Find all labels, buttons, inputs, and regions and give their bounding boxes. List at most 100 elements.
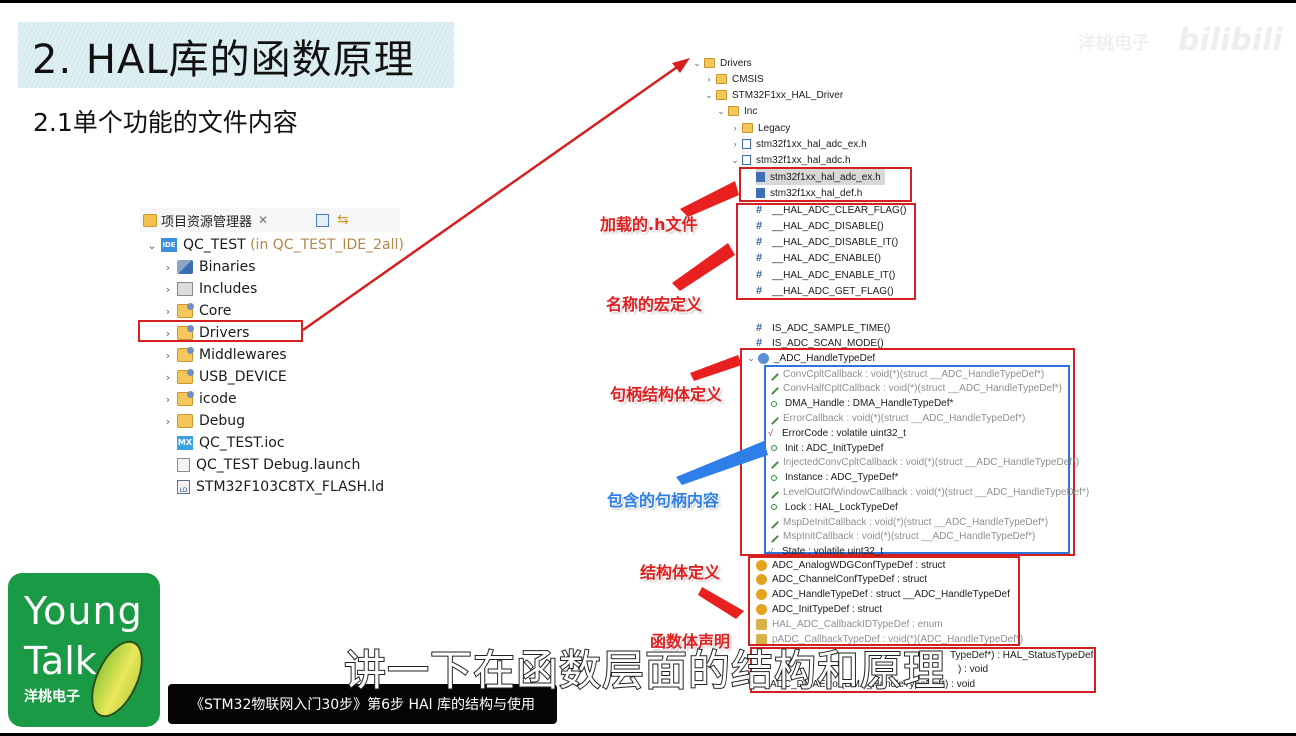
annotation-struct: 结构体定义 (640, 563, 721, 582)
logo-text-young: Young (24, 589, 143, 633)
field-label: LevelOutOfWindowCallback : void(*)(struc… (783, 486, 1090, 498)
link-with-editor-icon[interactable]: ⇆ (337, 212, 349, 228)
slide-title: 2. HAL库的函数原理 (32, 37, 415, 83)
tree-item-label: USB_DEVICE (199, 369, 287, 385)
macros-highlight-box (736, 203, 916, 300)
chevron-right-icon[interactable]: › (162, 261, 174, 274)
tree-item-label: Core (199, 303, 232, 319)
tree-item-label: QC_TEST.ioc (199, 435, 285, 451)
struct-field-item[interactable]: Instance : ADC_TypeDef* (768, 470, 898, 486)
outline-label: CMSIS (732, 73, 764, 85)
tree-item-ld[interactable]: LD STM32F103C8TX_FLASH.ld (177, 476, 384, 498)
young-talk-logo: Young Talk 洋桃电子 (8, 573, 160, 727)
annotation-handle-struct: 句柄结构体定义 (610, 385, 723, 404)
struct-field-item[interactable]: MspDeInitCallback : void(*)(struct __ADC… (766, 514, 1049, 530)
annotation-macro: 名称的宏定义 (606, 295, 703, 314)
volatile-field-icon: √ (768, 428, 773, 439)
struct-field-item[interactable]: ErrorCallback : void(*)(struct __ADC_Han… (766, 410, 1025, 426)
outline-item-adc-h[interactable]: ⌄ stm32f1xx_hal_adc.h (730, 152, 850, 168)
field-label: MspInitCallback : void(*)(struct __ADC_H… (783, 531, 1036, 543)
header-file-icon (742, 139, 751, 149)
field-label: InjectedConvCpltCallback : void(*)(struc… (783, 457, 1080, 469)
project-name: QC_TEST (183, 237, 246, 253)
tree-item-icode[interactable]: › icode (162, 388, 237, 410)
tree-item-label: Debug (199, 413, 246, 429)
chevron-down-icon[interactable]: ⌄ (716, 106, 726, 117)
field-label: MspDeInitCallback : void(*)(struct __ADC… (783, 516, 1049, 528)
tree-item-launch[interactable]: QC_TEST Debug.launch (177, 454, 360, 476)
explorer-title[interactable]: 项目资源管理器 (161, 211, 252, 230)
project-location: (in QC_TEST_IDE_2all) (250, 237, 404, 253)
source-folder-icon (177, 347, 194, 362)
tree-item-includes[interactable]: › Includes (162, 278, 257, 300)
chevron-right-icon[interactable]: › (704, 74, 714, 84)
field-label: Instance : ADC_TypeDef* (785, 472, 899, 484)
chevron-right-icon[interactable]: › (162, 393, 174, 406)
tree-item-ioc[interactable]: MX QC_TEST.ioc (177, 432, 285, 454)
chevron-right-icon[interactable]: › (162, 371, 174, 384)
outline-item-legacy[interactable]: › Legacy (730, 120, 791, 136)
field-label: Lock : HAL_LockTypeDef (785, 501, 898, 513)
struct-field-item[interactable]: DMA_Handle : DMA_HandleTypeDef* (768, 396, 953, 412)
tree-item-label: Includes (199, 281, 258, 297)
header-file-icon (742, 155, 751, 165)
annotation-handle-content: 包含的句柄内容 (607, 491, 720, 510)
chevron-right-icon[interactable]: › (730, 123, 740, 133)
outline-label: Legacy (758, 122, 791, 134)
callback-field-icon (766, 530, 779, 544)
tree-item-label: STM32F103C8TX_FLASH.ld (196, 479, 385, 495)
field-label: ConvHalfCpltCallback : void(*)(struct __… (783, 383, 1062, 395)
struct-field-item[interactable]: Lock : HAL_LockTypeDef (768, 499, 898, 515)
slide: 2. HAL库的函数原理 2.1单个功能的文件内容 洋桃电子 bilibili … (0, 3, 1296, 733)
chevron-down-icon[interactable]: ⌄ (692, 58, 702, 69)
chevron-down-icon[interactable]: ⌄ (146, 239, 158, 252)
outline-item-drivers[interactable]: ⌄ Drivers (692, 55, 751, 71)
tree-item-core[interactable]: › Core (162, 300, 231, 322)
file-icon (177, 458, 190, 472)
tree-item-debug[interactable]: › Debug (162, 410, 245, 432)
outline-item-hal-driver[interactable]: ⌄ STM32F1xx_HAL_Driver (704, 87, 843, 103)
outline-item-cmsis[interactable]: › CMSIS (704, 71, 764, 87)
callback-field-icon (766, 367, 779, 381)
chevron-down-icon[interactable]: ⌄ (704, 90, 714, 101)
logo-text-talk: Talk (24, 639, 97, 683)
struct-field-item[interactable]: ConvCpltCallback : void(*)(struct __ADC_… (766, 366, 1044, 382)
struct-field-item[interactable]: ConvHalfCpltCallback : void(*)(struct __… (766, 381, 1062, 397)
collapse-all-icon[interactable] (316, 213, 330, 227)
public-field-icon (771, 400, 777, 407)
struct-field-item[interactable]: Init : ADC_InitTypeDef (768, 440, 883, 456)
chevron-right-icon[interactable]: › (162, 305, 174, 318)
project-root[interactable]: ⌄ IDE QC_TEST (in QC_TEST_IDE_2all) (146, 234, 404, 256)
outline-item-adc-ex-h[interactable]: › stm32f1xx_hal_adc_ex.h (730, 136, 867, 152)
tree-item-label: Binaries (199, 259, 256, 275)
struct-arrow (698, 587, 744, 619)
field-label: DMA_Handle : DMA_HandleTypeDef* (785, 398, 954, 410)
callback-field-icon (766, 515, 779, 529)
close-icon[interactable]: ✕ (258, 213, 268, 227)
folder-icon (742, 123, 753, 133)
struct-field-item[interactable]: MspInitCallback : void(*)(struct __ADC_H… (766, 529, 1036, 545)
struct-field-item[interactable]: InjectedConvCpltCallback : void(*)(struc… (766, 455, 1080, 471)
tree-item-binaries[interactable]: › Binaries (162, 256, 256, 278)
callback-field-icon (766, 486, 779, 499)
chevron-right-icon[interactable]: › (162, 415, 174, 428)
source-folder-icon (704, 58, 715, 68)
tree-item-label: QC_TEST Debug.launch (196, 457, 361, 473)
linker-file-icon: LD (177, 480, 190, 494)
chevron-down-icon[interactable]: ⌄ (730, 155, 740, 166)
ide-project-icon: IDE (161, 238, 177, 252)
struct-field-item[interactable]: √ ErrorCode : volatile uint32_t (768, 425, 906, 441)
tree-item-middlewares[interactable]: › Middlewares (162, 344, 287, 366)
struct-field-item[interactable]: LevelOutOfWindowCallback : void(*)(struc… (766, 484, 1090, 500)
public-field-icon (771, 474, 777, 481)
macro-item[interactable]: # IS_ADC_SAMPLE_TIME() (756, 320, 890, 336)
callback-field-icon (766, 382, 779, 396)
folder-icon (716, 74, 727, 84)
chevron-right-icon[interactable]: › (162, 349, 174, 362)
tree-item-usb-device[interactable]: › USB_DEVICE (162, 366, 287, 388)
outline-item-inc[interactable]: ⌄ Inc (716, 103, 757, 119)
chevron-right-icon[interactable]: › (162, 283, 174, 296)
slide-subtitle: 2.1单个功能的文件内容 (33, 108, 298, 137)
binaries-icon (177, 260, 193, 274)
chevron-right-icon[interactable]: › (730, 139, 740, 149)
